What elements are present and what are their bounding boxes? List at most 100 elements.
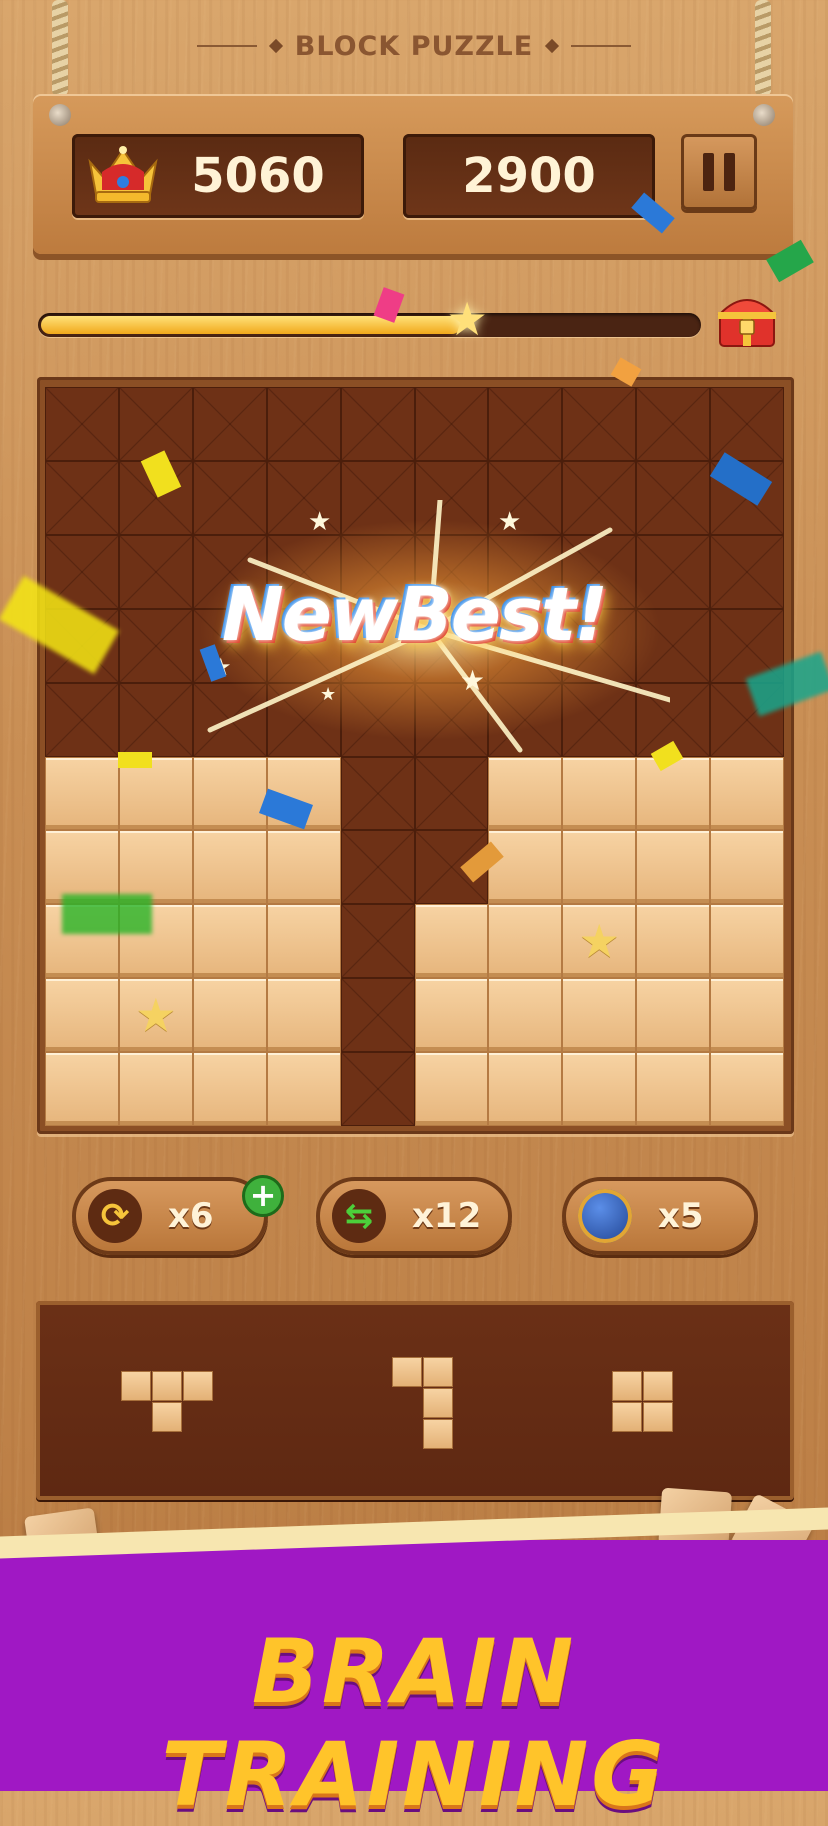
banner-text: BRAIN TRAINING (161, 1620, 667, 1826)
empty-cell[interactable] (562, 387, 637, 461)
empty-cell[interactable] (118, 387, 193, 461)
filled-cell[interactable]: ★ (562, 904, 637, 979)
filled-cell[interactable] (192, 904, 267, 979)
filled-cell[interactable] (414, 1052, 489, 1126)
filled-cell[interactable] (266, 978, 341, 1053)
empty-cell[interactable] (192, 387, 267, 461)
level-progress-bar (38, 313, 701, 337)
title-bar: BLOCK PUZZLE (0, 26, 828, 66)
empty-cell[interactable] (266, 460, 341, 535)
empty-cell[interactable] (340, 978, 415, 1053)
empty-cell[interactable] (488, 387, 563, 461)
filled-cell[interactable] (266, 830, 341, 905)
filled-cell[interactable] (488, 830, 563, 905)
tray-piece-square[interactable] (612, 1371, 674, 1433)
filled-cell[interactable] (45, 756, 119, 831)
tray-piece-j[interactable] (392, 1357, 454, 1449)
nail-right (753, 104, 775, 126)
pause-button[interactable] (681, 134, 757, 210)
empty-cell[interactable] (340, 830, 415, 905)
empty-cell[interactable] (192, 682, 267, 757)
star-icon: ★ (135, 988, 177, 1043)
empty-cell[interactable] (192, 460, 267, 535)
empty-cell[interactable] (45, 682, 119, 757)
empty-cell[interactable] (340, 904, 415, 979)
bomb-count: x5 (658, 1196, 704, 1236)
empty-cell[interactable] (340, 387, 415, 461)
swap-powerup-button[interactable]: ⇆ x12 (316, 1177, 512, 1255)
filled-cell[interactable] (636, 978, 711, 1053)
filled-cell[interactable] (636, 830, 711, 905)
filled-cell[interactable] (488, 756, 563, 831)
star-icon: ★ (578, 914, 620, 969)
current-score-box: 2900 (403, 134, 655, 218)
empty-cell[interactable] (340, 756, 415, 831)
swap-icon: ⇆ (332, 1189, 386, 1243)
piece-block (612, 1402, 642, 1432)
filled-cell[interactable] (488, 904, 563, 979)
empty-cell[interactable] (710, 387, 784, 461)
empty-cell[interactable] (45, 387, 119, 461)
tray-piece-t[interactable] (121, 1371, 213, 1433)
empty-cell[interactable] (414, 682, 489, 757)
piece-block (643, 1371, 673, 1401)
current-score-value: 2900 (462, 148, 596, 204)
empty-cell[interactable] (562, 460, 637, 535)
progress-star-icon: ★ (446, 292, 488, 346)
empty-cell[interactable] (414, 387, 489, 461)
filled-cell[interactable] (488, 978, 563, 1053)
piece-block (152, 1371, 182, 1401)
confetti (62, 894, 152, 934)
piece-block (643, 1402, 673, 1432)
empty-cell[interactable] (266, 682, 341, 757)
filled-cell[interactable] (414, 978, 489, 1053)
filled-cell[interactable] (710, 756, 784, 831)
empty-cell[interactable] (266, 387, 341, 461)
filled-cell[interactable] (192, 756, 267, 831)
filled-cell[interactable] (414, 904, 489, 979)
add-powerup-button[interactable]: + (242, 1175, 284, 1217)
filled-cell[interactable] (562, 756, 637, 831)
filled-cell[interactable] (488, 1052, 563, 1126)
filled-cell[interactable] (562, 1052, 637, 1126)
filled-cell[interactable] (710, 978, 784, 1053)
empty-cell[interactable] (414, 756, 489, 831)
filled-cell[interactable] (45, 978, 119, 1053)
empty-cell[interactable] (340, 682, 415, 757)
empty-cell[interactable] (636, 387, 711, 461)
piece-block (612, 1371, 642, 1401)
best-score-value: 5060 (191, 148, 325, 204)
filled-cell[interactable] (192, 978, 267, 1053)
filled-cell[interactable] (636, 756, 711, 831)
empty-cell[interactable] (340, 460, 415, 535)
bomb-powerup-button[interactable]: x5 (562, 1177, 758, 1255)
game-title: BLOCK PUZZLE (294, 30, 534, 62)
filled-cell[interactable] (710, 1052, 784, 1126)
filled-cell[interactable] (710, 904, 784, 979)
empty-cell[interactable] (414, 460, 489, 535)
empty-cell[interactable] (488, 682, 563, 757)
filled-cell[interactable] (636, 904, 711, 979)
filled-cell[interactable] (562, 978, 637, 1053)
empty-cell[interactable] (118, 682, 193, 757)
filled-cell[interactable] (562, 830, 637, 905)
swap-count: x12 (412, 1196, 482, 1236)
filled-cell[interactable] (710, 830, 784, 905)
filled-cell[interactable]: ★ (118, 978, 193, 1053)
filled-cell[interactable] (118, 1052, 193, 1126)
empty-cell[interactable] (562, 682, 637, 757)
empty-cell[interactable] (488, 460, 563, 535)
filled-cell[interactable] (636, 1052, 711, 1126)
empty-cell[interactable] (636, 460, 711, 535)
filled-cell[interactable] (192, 830, 267, 905)
level-progress-fill (41, 316, 462, 334)
empty-cell[interactable] (340, 1052, 415, 1126)
filled-cell[interactable] (192, 1052, 267, 1126)
filled-cell[interactable] (45, 1052, 119, 1126)
filled-cell[interactable] (266, 904, 341, 979)
piece-block (392, 1357, 422, 1387)
filled-cell[interactable] (266, 1052, 341, 1126)
empty-cell[interactable] (45, 460, 119, 535)
treasure-chest-icon[interactable] (714, 290, 780, 350)
rotate-powerup-button[interactable]: ⟳ x6 (72, 1177, 268, 1255)
